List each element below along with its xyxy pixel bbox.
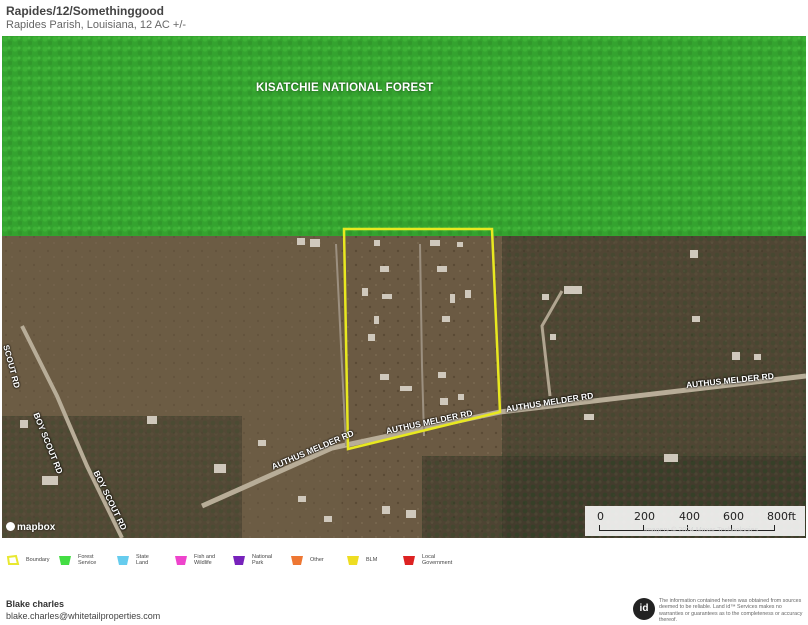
legend-label: Other [310,557,324,563]
fish-wildlife-icon [175,556,187,565]
map-subtitle: Rapides Parish, Louisiana, 12 AC +/- [6,19,187,31]
map-title: Rapides/12/Somethinggood [6,4,165,18]
legend-item-local-government: Local Government [402,552,453,568]
legend-label: State Land [136,554,149,566]
blm-icon [347,556,359,565]
land-id-logo: id [633,598,655,620]
legend-label: Boundary [26,557,50,563]
legend: Boundary Forest Service State Land Fish … [6,548,506,572]
other-icon [291,556,303,565]
legend-item-blm: BLM [346,552,377,568]
local-government-icon [403,556,415,565]
agent-name: Blake charles [6,599,65,609]
mapbox-icon [6,522,15,531]
legend-label: National Park [252,554,273,566]
agent-contact: Blake charles blake.charles@whitetailpro… [6,598,160,622]
scale-tick: 800ft [767,510,796,523]
scale-tick: 400 [679,510,700,523]
header: Rapides/12/Somethinggood Rapides Parish,… [6,4,802,34]
legend-item-boundary: Boundary [6,552,50,568]
disclaimer: The information contained herein was obt… [659,598,803,624]
map-view[interactable]: KISATCHIE NATIONAL FOREST AUTHUS MELDER … [2,36,806,538]
imagery-attribution: Imagery © 2024 Maxar Technologies [644,527,758,534]
state-land-icon [117,556,129,565]
legend-label: Local Government [422,554,453,566]
agent-email[interactable]: blake.charles@whitetailproperties.com [6,610,160,622]
mapbox-logo: mapbox [6,522,55,533]
legend-label: BLM [366,557,378,563]
scale-tick: 200 [634,510,655,523]
legend-item-forest-service: Forest Service [58,552,104,568]
legend-label: Fish and Wildlife [194,554,216,566]
satellite-imagery [2,36,806,538]
legend-item-fish-wildlife: Fish and Wildlife [174,552,220,568]
legend-item-national-park: National Park [232,552,278,568]
scale-tick: 0 [597,510,604,523]
legend-item-other: Other [290,552,324,568]
forest-service-icon [59,556,71,565]
forest-label: KISATCHIE NATIONAL FOREST [256,82,434,94]
legend-label: Forest Service [78,554,97,566]
national-park-icon [233,556,245,565]
legend-item-state-land: State Land [116,552,162,568]
boundary-icon [6,554,20,565]
scale-tick: 600 [723,510,744,523]
